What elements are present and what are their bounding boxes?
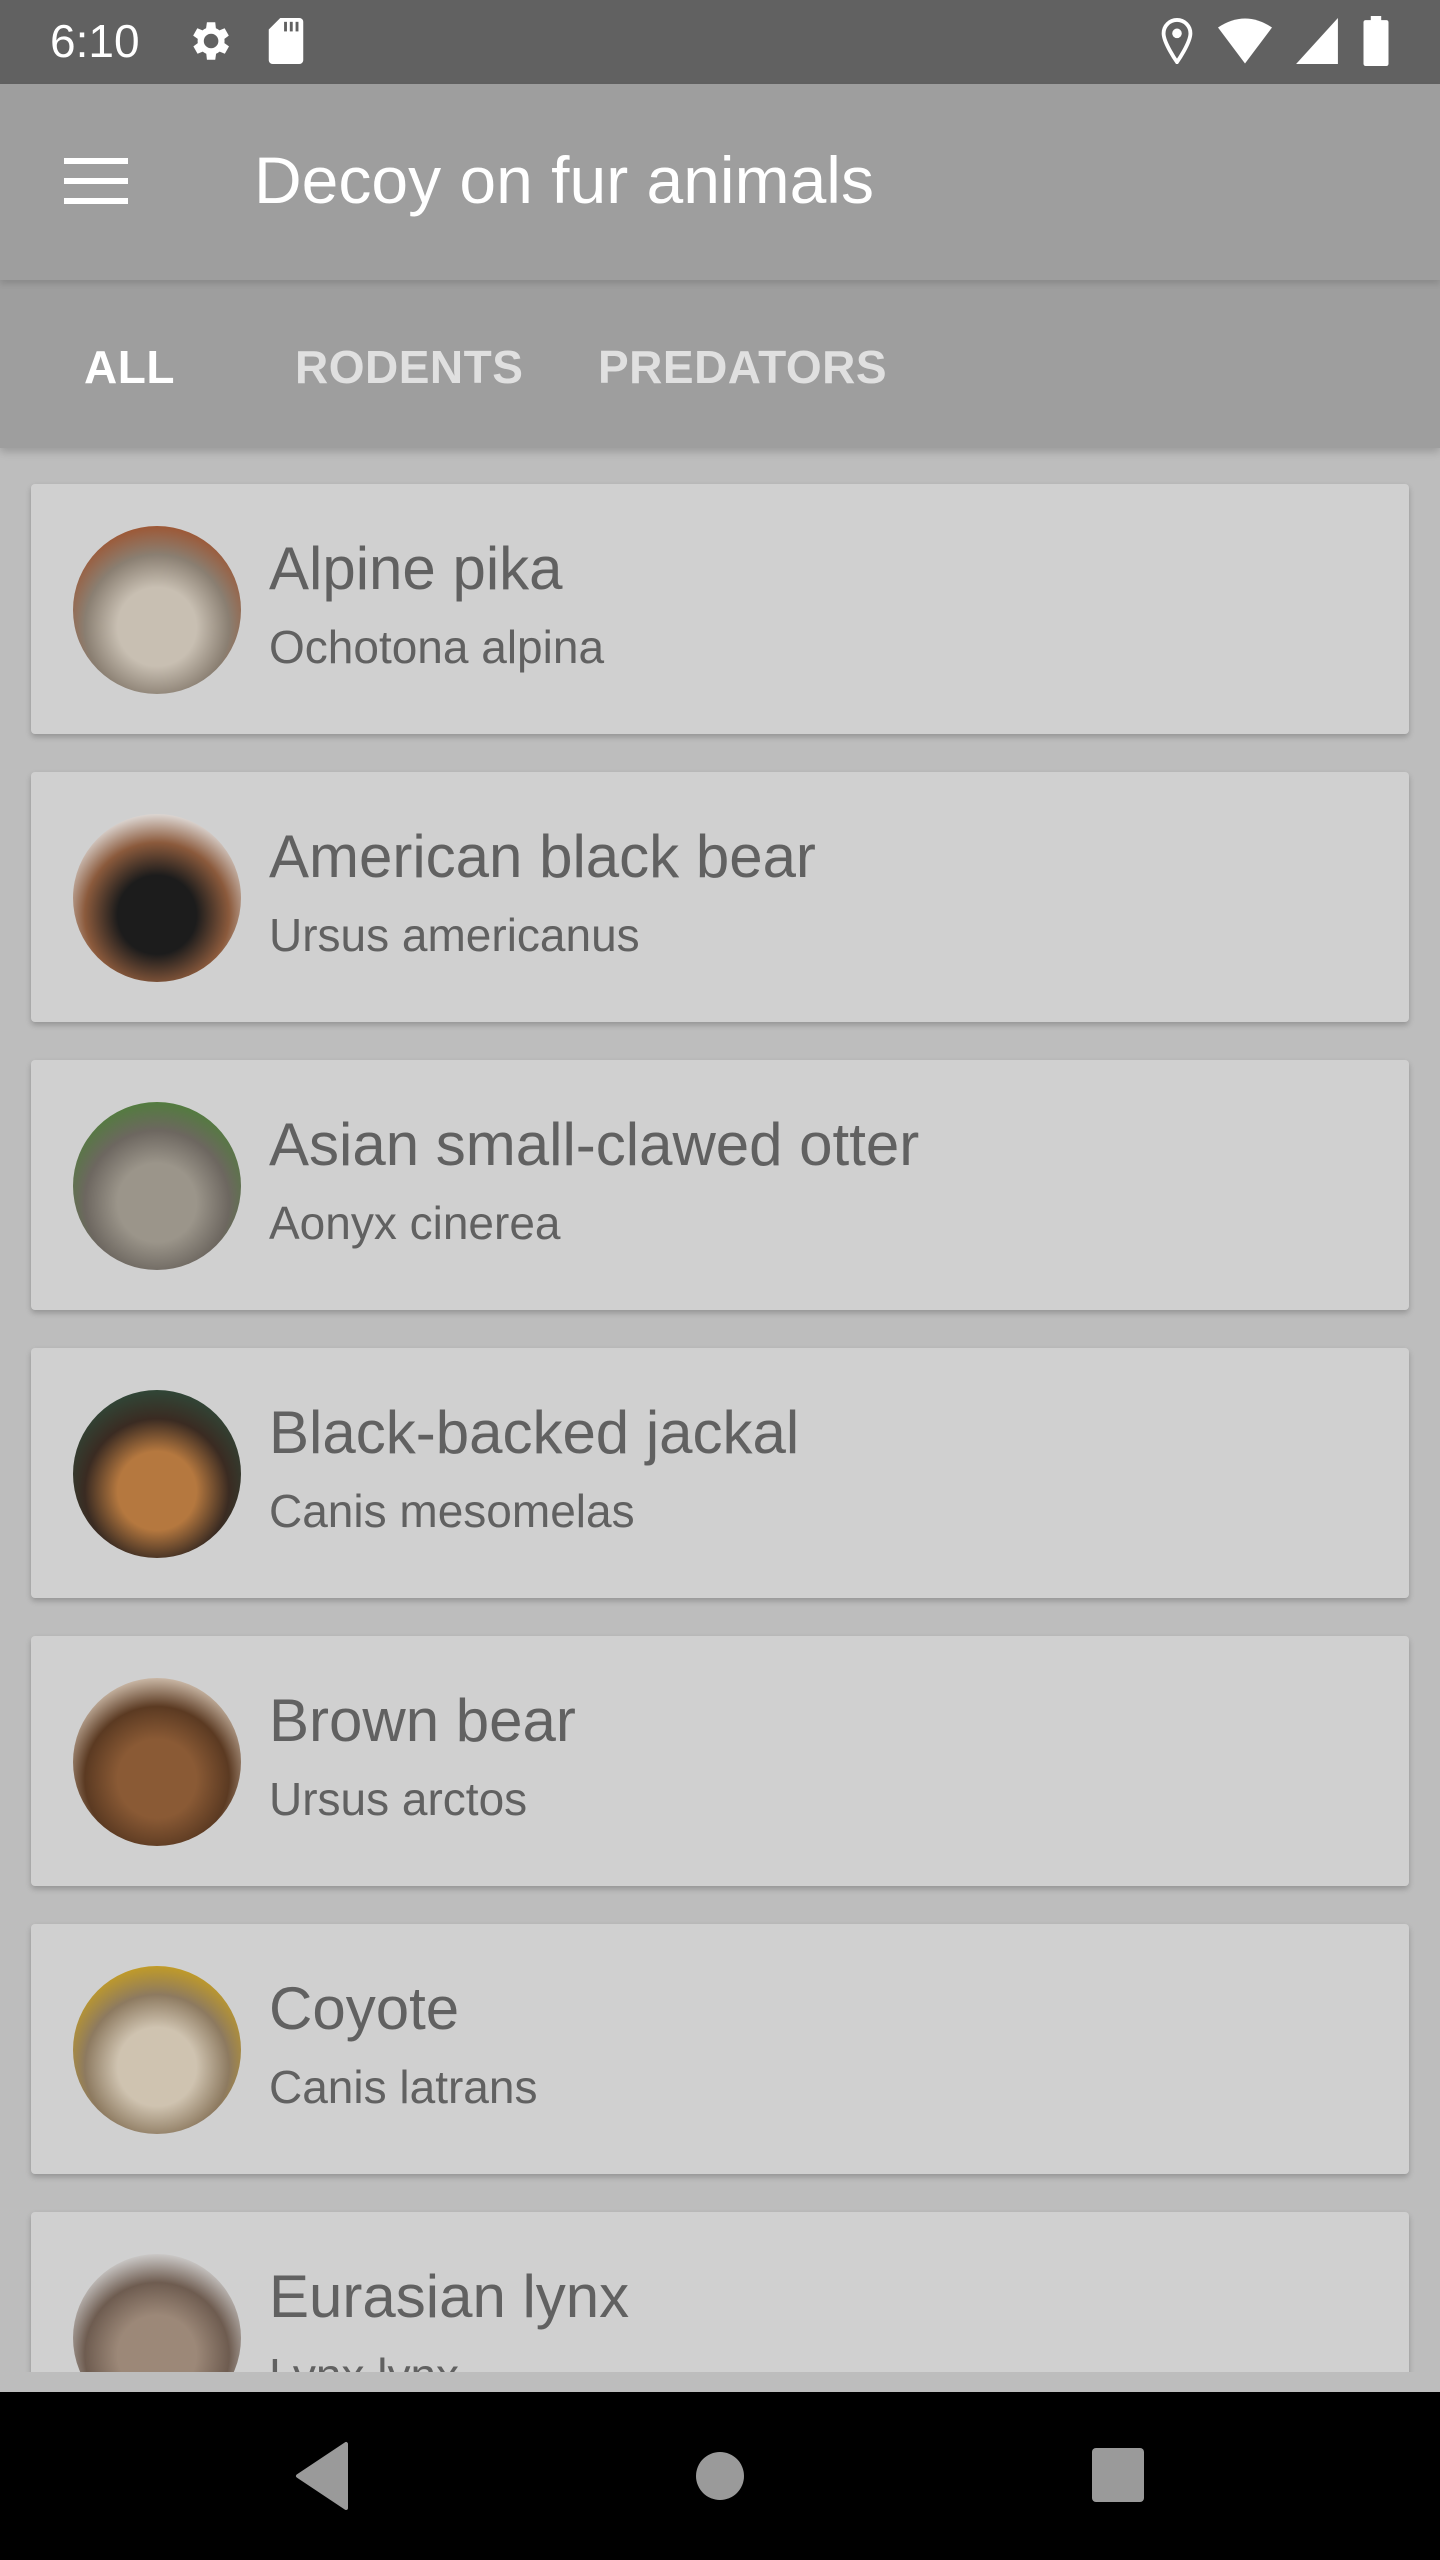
home-icon[interactable] xyxy=(680,2436,760,2516)
wifi-icon xyxy=(1218,18,1272,64)
animal-photo xyxy=(73,814,241,982)
tab-bar: ALL RODENTS PREDATORS xyxy=(0,280,1440,448)
animal-latin-name: Ochotona alpina xyxy=(269,621,605,673)
animal-latin-name: Ursus arctos xyxy=(269,1773,528,1825)
sd-card-icon xyxy=(268,18,304,64)
back-icon[interactable] xyxy=(282,2436,362,2516)
animal-latin-name: Canis latrans xyxy=(269,2061,538,2113)
signal-icon xyxy=(1296,18,1338,64)
status-icons xyxy=(1160,16,1390,66)
animal-latin-name: Aonyx cinerea xyxy=(269,1197,561,1249)
animal-photo xyxy=(73,1390,241,1558)
menu-icon-line xyxy=(64,178,128,184)
navigation-bar xyxy=(0,2392,1440,2560)
recents-icon[interactable] xyxy=(1078,2436,1158,2516)
animal-card[interactable]: Eurasian lynx Lynx lynx xyxy=(31,2212,1409,2372)
tab-rodents[interactable]: RODENTS xyxy=(295,340,523,394)
animal-photo xyxy=(73,1102,241,1270)
animal-name: American black bear xyxy=(269,823,816,890)
animal-card[interactable]: Alpine pika Ochotona alpina xyxy=(31,484,1409,734)
tab-all[interactable]: ALL xyxy=(84,340,175,394)
animal-card[interactable]: American black bear Ursus americanus xyxy=(31,772,1409,1022)
animal-photo xyxy=(73,1678,241,1846)
animal-photo xyxy=(73,1966,241,2134)
animal-photo xyxy=(73,2254,241,2372)
animal-name: Asian small-clawed otter xyxy=(269,1111,920,1178)
animal-card[interactable]: Asian small-clawed otter Aonyx cinerea xyxy=(31,1060,1409,1310)
animal-photo xyxy=(73,526,241,694)
animal-name: Alpine pika xyxy=(269,535,563,602)
menu-button[interactable] xyxy=(60,154,132,210)
animal-card[interactable]: Black-backed jackal Canis mesomelas xyxy=(31,1348,1409,1598)
animal-latin-name: Ursus americanus xyxy=(269,909,640,961)
status-bar: 6:10 xyxy=(0,0,1440,84)
menu-icon xyxy=(64,158,128,164)
animal-name: Brown bear xyxy=(269,1687,576,1754)
animal-name: Eurasian lynx xyxy=(269,2263,630,2330)
animal-name: Coyote xyxy=(269,1975,460,2042)
menu-icon-line xyxy=(64,198,128,204)
app-title: Decoy on fur animals xyxy=(254,143,874,217)
animal-name: Black-backed jackal xyxy=(269,1399,800,1466)
animal-latin-name: Canis mesomelas xyxy=(269,1485,635,1537)
status-time: 6:10 xyxy=(50,15,140,67)
app-bar: Decoy on fur animals xyxy=(0,84,1440,280)
animal-card[interactable]: Coyote Canis latrans xyxy=(31,1924,1409,2174)
animal-list[interactable]: Alpine pika Ochotona alpina American black… xyxy=(0,448,1440,2372)
animal-card[interactable]: Brown bear Ursus arctos xyxy=(31,1636,1409,1886)
battery-icon xyxy=(1363,16,1389,66)
animal-latin-name: Lynx lynx xyxy=(269,2348,459,2372)
tab-predators[interactable]: PREDATORS xyxy=(598,340,887,394)
location-icon xyxy=(1161,18,1193,64)
list-bottom-edge xyxy=(0,2372,1440,2392)
gear-icon xyxy=(193,22,229,60)
